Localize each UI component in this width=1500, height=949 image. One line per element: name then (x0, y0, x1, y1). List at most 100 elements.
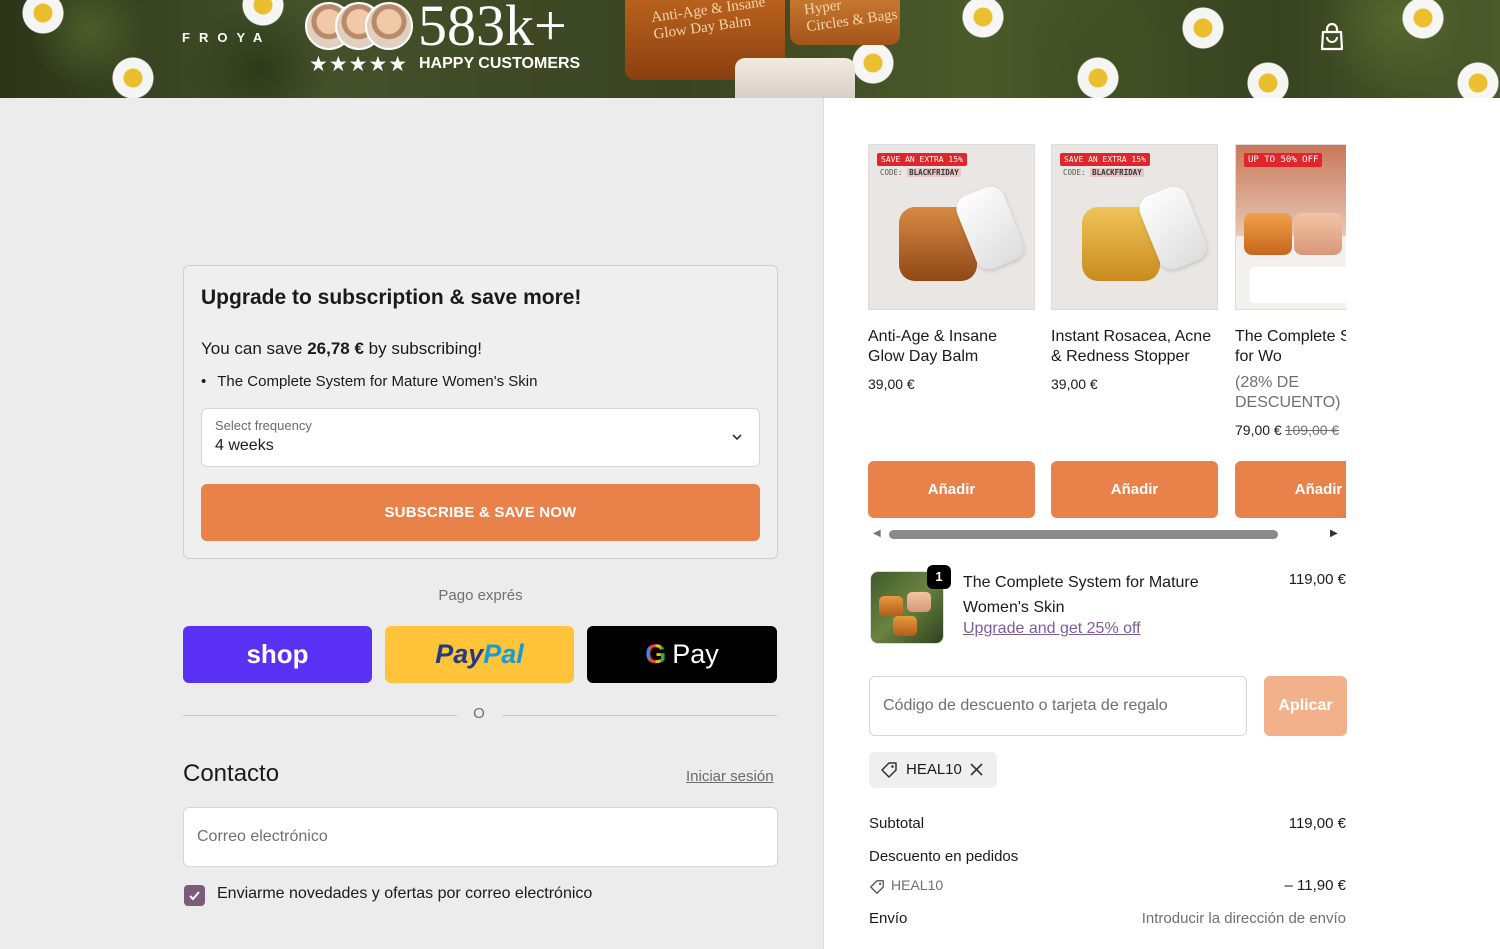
newsletter-label: Enviarme novedades y ofertas por correo … (217, 885, 593, 902)
close-icon[interactable] (969, 762, 984, 777)
express-checkout-label: Pago exprés (438, 587, 523, 604)
sale-price: 79,00 € (1235, 422, 1282, 438)
product-image[interactable]: SAVE AN EXTRA 15% CODE: BLACKFRIDAY (868, 144, 1035, 310)
product-jar (1244, 213, 1292, 255)
add-to-cart-button[interactable]: Añadir (1235, 461, 1346, 518)
happy-customers-label: HAPPY CUSTOMERS (419, 55, 581, 72)
paypal-button[interactable]: PayPal (385, 626, 574, 683)
discount-code-field[interactable] (869, 676, 1247, 736)
savings-prefix: You can save (201, 339, 308, 358)
brand-logo[interactable]: FROYA (182, 30, 271, 45)
savings-suffix: by subscribing! (363, 339, 483, 358)
promo-code-value: BLACKFRIDAY (1090, 168, 1144, 177)
header-banner: Anti-Age & Insane Glow Day Balm Hyper Ci… (0, 0, 1500, 98)
daisy-decoration (1245, 60, 1291, 98)
shop-pay-button[interactable]: shop (183, 626, 372, 683)
review-snippet (1250, 267, 1346, 303)
product-name: The Complete System for Wo (1235, 328, 1346, 365)
compare-price: 109,00 € (1284, 422, 1340, 438)
login-link[interactable]: Iniciar sesión (686, 768, 774, 785)
promo-code: CODE: BLACKFRIDAY (1063, 168, 1144, 177)
daisy-decoration (1455, 60, 1500, 98)
google-pay-button[interactable]: G Pay (587, 626, 777, 683)
product-discount: (28% DE DESCUENTO) (1235, 374, 1341, 411)
upsell-item-name: The Complete System for Mature Women's S… (217, 373, 538, 390)
apply-discount-button[interactable]: Aplicar (1264, 676, 1347, 736)
daisy-decoration (1400, 0, 1446, 41)
upgrade-link[interactable]: Upgrade and get 25% off (963, 620, 1141, 638)
daisy-decoration (20, 0, 66, 36)
applied-discount-chip: HEAL10 (869, 752, 997, 788)
carousel-scrollbar[interactable] (889, 530, 1278, 539)
subscribe-save-button[interactable]: SUBSCRIBE & SAVE NOW (201, 484, 760, 541)
checkmark-icon (189, 891, 200, 901)
savings-amount: 26,78 € (307, 339, 364, 358)
order-discount-code: HEAL10 (891, 877, 944, 893)
product-jar (907, 592, 931, 612)
paypal-logo-part: Pal (483, 639, 524, 669)
email-field[interactable] (183, 807, 778, 867)
divider (183, 715, 457, 716)
upsell-item: The Complete System for Mature Women's S… (201, 373, 537, 390)
divider (502, 715, 777, 716)
scroll-right-arrow[interactable]: ▶ (1330, 528, 1338, 539)
promo-badge: UP TO 50% OFF (1244, 153, 1323, 167)
promo-code: CODE: BLACKFRIDAY (880, 168, 961, 177)
rating-stars: ★★★★★ (309, 53, 409, 76)
product-price: 39,00 € (868, 376, 915, 392)
product-price: 79,00 €109,00 € (1235, 422, 1339, 438)
quantity-badge: 1 (927, 565, 951, 589)
contact-heading: Contacto (183, 760, 280, 787)
daisy-decoration (110, 55, 156, 98)
product-jar (1294, 213, 1342, 255)
tag-icon (870, 880, 884, 894)
daisy-decoration (1180, 5, 1226, 51)
subscription-upsell: Upgrade to subscription & save more! You… (183, 265, 778, 559)
daisy-decoration (850, 40, 896, 86)
product-image[interactable]: SAVE AN EXTRA 15% CODE: BLACKFRIDAY (1051, 144, 1218, 310)
gpay-label: Pay (672, 639, 719, 669)
product-jar (879, 596, 903, 616)
daisy-decoration (1075, 55, 1121, 98)
cart-item-name: The Complete System for Mature Women's S… (963, 574, 1199, 616)
hero-jar-lid (735, 58, 855, 98)
shopping-bag-icon (1320, 22, 1344, 51)
subtotal-value: 119,00 € (1288, 815, 1346, 832)
promo-badge: SAVE AN EXTRA 15% (1060, 153, 1150, 166)
daisy-decoration (960, 0, 1006, 40)
promo-code-value: BLACKFRIDAY (907, 168, 961, 177)
frequency-label: Select frequency (215, 418, 312, 433)
tag-icon (881, 762, 897, 778)
scroll-left-arrow[interactable]: ◀ (873, 528, 881, 539)
order-discount-label: Descuento en pedidos (869, 848, 1019, 865)
frequency-value: 4 weeks (215, 437, 274, 454)
product-image[interactable]: UP TO 50% OFF (1235, 144, 1346, 310)
product-name: Anti-Age & Insane Glow Day Balm (868, 328, 997, 365)
upsell-savings: You can save 26,78 € by subscribing! (201, 339, 482, 359)
chevron-down-icon (732, 434, 742, 441)
product-jar (893, 616, 917, 636)
product-name: Instant Rosacea, Acne & Redness Stopper (1051, 328, 1212, 365)
customer-count: 583k+ (418, 0, 567, 58)
newsletter-checkbox[interactable] (184, 885, 205, 906)
cart-button[interactable] (1318, 22, 1346, 52)
upsell-title: Upgrade to subscription & save more! (201, 286, 582, 309)
google-g-icon: G (645, 639, 667, 669)
promo-code-label: CODE: (880, 168, 903, 177)
daisy-decoration (240, 0, 286, 28)
promo-badge: SAVE AN EXTRA 15% (877, 153, 967, 166)
add-to-cart-button[interactable]: Añadir (1051, 461, 1218, 518)
avatar (365, 2, 413, 50)
paypal-logo-part: Pay (435, 639, 484, 669)
frequency-select[interactable]: Select frequency 4 weeks (201, 408, 760, 467)
add-to-cart-button[interactable]: Añadir (868, 461, 1035, 518)
applied-code: HEAL10 (906, 761, 962, 778)
order-discount-value: – 11,90 € (1284, 877, 1346, 894)
shipping-value: Introducir la dirección de envío (1141, 910, 1346, 927)
cart-item-price: 119,00 € (1288, 571, 1346, 588)
promo-code-label: CODE: (1063, 168, 1086, 177)
shipping-label: Envío (869, 910, 908, 927)
product-carousel: SAVE AN EXTRA 15% CODE: BLACKFRIDAY Anti… (868, 144, 1346, 544)
product-price: 39,00 € (1051, 376, 1098, 392)
or-separator: O (473, 705, 485, 722)
